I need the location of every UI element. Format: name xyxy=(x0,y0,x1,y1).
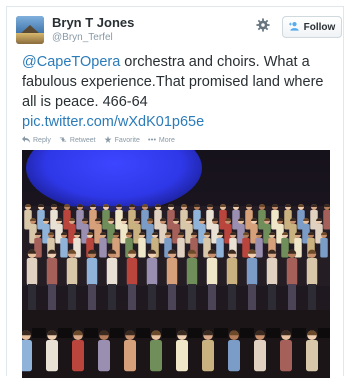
reply-icon xyxy=(22,135,30,145)
reply-action[interactable]: Reply xyxy=(22,135,51,145)
pic-link[interactable]: pic.twitter.com/wXdK01p65e xyxy=(22,114,204,130)
favorite-action[interactable]: Favorite xyxy=(104,135,140,145)
gear-icon[interactable] xyxy=(256,18,270,32)
screen-name[interactable]: @Bryn_Terfel xyxy=(52,31,134,44)
tweet-actions: Reply Retweet Favorite More xyxy=(22,134,175,146)
retweet-action[interactable]: Retweet xyxy=(59,136,96,145)
tweet-photo[interactable] xyxy=(22,150,330,378)
follow-person-icon xyxy=(288,21,300,34)
follow-label: Follow xyxy=(303,21,336,33)
retweet-icon xyxy=(59,136,67,145)
retweet-label: Retweet xyxy=(69,136,96,144)
more-label: More xyxy=(158,136,175,144)
reply-label: Reply xyxy=(33,136,51,144)
display-name[interactable]: Bryn T Jones xyxy=(52,14,134,31)
favorite-label: Favorite xyxy=(114,136,140,144)
more-icon xyxy=(148,136,156,145)
author-names[interactable]: Bryn T Jones @Bryn_Terfel xyxy=(52,14,134,44)
avatar[interactable] xyxy=(16,16,44,44)
more-action[interactable]: More xyxy=(148,136,175,145)
tweet-header: Bryn T Jones @Bryn_Terfel Follow xyxy=(16,14,342,48)
mention-link[interactable]: @CapeTOpera xyxy=(22,54,120,70)
tweet-text: @CapeTOpera orchestra and choirs. What a… xyxy=(22,52,338,132)
follow-button[interactable]: Follow xyxy=(282,16,342,38)
favorite-icon xyxy=(104,135,112,145)
